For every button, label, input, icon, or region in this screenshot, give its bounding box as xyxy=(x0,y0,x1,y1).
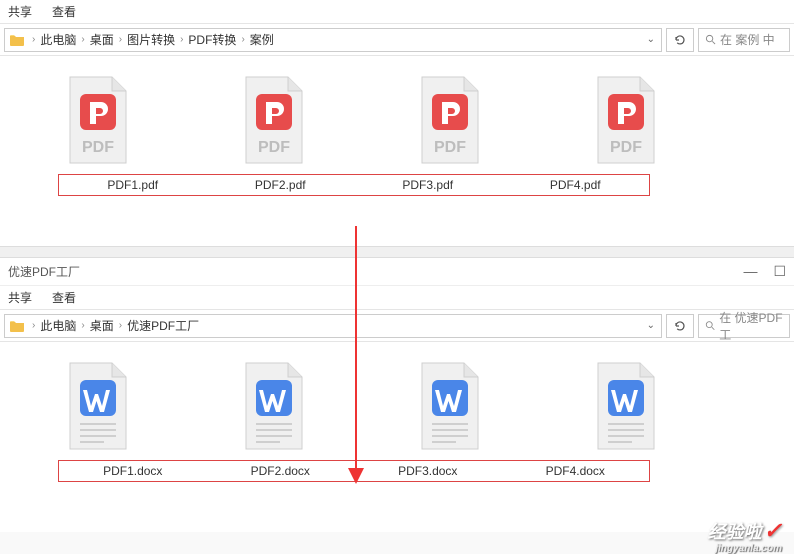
docx-file-icon xyxy=(240,362,308,450)
crumb-desktop[interactable]: 桌面 xyxy=(88,31,116,48)
address-bar-row: › 此电脑 › 桌面 › 优速PDF工厂 ⌄ 在 优速PDF工 xyxy=(0,310,794,342)
file-item[interactable] xyxy=(410,362,490,450)
chevron-right-icon: › xyxy=(119,34,122,45)
refresh-icon xyxy=(674,34,686,46)
filename-row: PDF1.docx PDF2.docx PDF3.docx PDF4.docx xyxy=(58,460,650,482)
chevron-down-icon[interactable]: ⌄ xyxy=(647,34,655,45)
svg-text:PDF: PDF xyxy=(258,139,290,156)
watermark-domain: jingyanla.com xyxy=(715,543,782,554)
docx-file-icon xyxy=(416,362,484,450)
chevron-right-icon: › xyxy=(32,320,35,331)
filename-row: PDF1.pdf PDF2.pdf PDF3.pdf PDF4.pdf xyxy=(58,174,650,196)
tab-share[interactable]: 共享 xyxy=(8,289,32,306)
file-name[interactable]: PDF1.pdf xyxy=(59,175,207,195)
refresh-button[interactable] xyxy=(666,28,694,52)
file-item[interactable] xyxy=(234,362,314,450)
chevron-right-icon: › xyxy=(119,320,122,331)
svg-text:PDF: PDF xyxy=(610,139,642,156)
refresh-button[interactable] xyxy=(666,314,694,338)
search-placeholder: 在 案例 中 xyxy=(720,31,775,48)
file-item[interactable] xyxy=(58,362,138,450)
file-item[interactable]: PDF xyxy=(234,76,314,164)
crumb-folder[interactable]: 图片转换 xyxy=(125,31,177,48)
file-list-top: PDF PDF xyxy=(0,56,794,246)
search-input[interactable]: 在 优速PDF工 xyxy=(698,314,790,338)
file-name[interactable]: PDF4.pdf xyxy=(502,175,650,195)
file-item[interactable]: PDF xyxy=(58,76,138,164)
file-list-bottom: PDF1.docx PDF2.docx PDF3.docx PDF4.docx xyxy=(0,342,794,532)
file-item[interactable]: PDF xyxy=(586,76,666,164)
folder-icon xyxy=(9,32,25,48)
chevron-right-icon: › xyxy=(81,34,84,45)
svg-text:PDF: PDF xyxy=(434,139,466,156)
minimize-button[interactable]: — xyxy=(743,263,757,280)
chevron-right-icon: › xyxy=(81,320,84,331)
file-name[interactable]: PDF4.docx xyxy=(502,461,650,481)
crumb-folder[interactable]: PDF转换 xyxy=(186,31,238,48)
tab-share[interactable]: 共享 xyxy=(8,3,32,20)
tab-view[interactable]: 查看 xyxy=(52,3,76,20)
crumb-this-pc[interactable]: 此电脑 xyxy=(38,31,78,48)
chevron-down-icon[interactable]: ⌄ xyxy=(647,320,655,331)
crumb-desktop[interactable]: 桌面 xyxy=(88,317,116,334)
breadcrumb[interactable]: › 此电脑 › 桌面 › 图片转换 › PDF转换 › 案例 ⌄ xyxy=(4,28,662,52)
chevron-right-icon: › xyxy=(32,34,35,45)
check-icon: ✓ xyxy=(764,518,782,544)
window-gap xyxy=(0,246,794,258)
refresh-icon xyxy=(674,320,686,332)
breadcrumb[interactable]: › 此电脑 › 桌面 › 优速PDF工厂 ⌄ xyxy=(4,314,662,338)
docx-file-icon xyxy=(64,362,132,450)
pdf-file-icon: PDF xyxy=(240,76,308,164)
crumb-folder[interactable]: 优速PDF工厂 xyxy=(125,317,201,334)
file-name[interactable]: PDF2.pdf xyxy=(207,175,355,195)
watermark: 经验啦 ✓ jingyanla.com xyxy=(708,518,782,544)
file-name[interactable]: PDF3.pdf xyxy=(354,175,502,195)
chevron-right-icon: › xyxy=(180,34,183,45)
folder-icon xyxy=(9,318,25,334)
search-placeholder: 在 优速PDF工 xyxy=(719,309,789,343)
file-item[interactable]: PDF xyxy=(410,76,490,164)
file-item[interactable] xyxy=(586,362,666,450)
search-icon xyxy=(705,34,716,45)
watermark-text: 经验啦 xyxy=(708,518,762,544)
pdf-file-icon: PDF xyxy=(592,76,660,164)
ribbon-tabs: 共享 查看 xyxy=(0,286,794,310)
ribbon-tabs: 共享 查看 xyxy=(0,0,794,24)
window-title-bar: 优速PDF工厂 — ☐ xyxy=(0,258,794,286)
pdf-file-icon: PDF xyxy=(416,76,484,164)
file-name[interactable]: PDF2.docx xyxy=(207,461,355,481)
window-title: 优速PDF工厂 xyxy=(8,263,80,280)
address-bar-row: › 此电脑 › 桌面 › 图片转换 › PDF转换 › 案例 ⌄ 在 案例 中 xyxy=(0,24,794,56)
svg-text:PDF: PDF xyxy=(82,139,114,156)
crumb-folder[interactable]: 案例 xyxy=(248,31,276,48)
search-icon xyxy=(705,320,715,331)
chevron-right-icon: › xyxy=(241,34,244,45)
pdf-file-icon: PDF xyxy=(64,76,132,164)
file-name[interactable]: PDF1.docx xyxy=(59,461,207,481)
search-input[interactable]: 在 案例 中 xyxy=(698,28,790,52)
top-explorer-window: 共享 查看 › 此电脑 › 桌面 › 图片转换 › PDF转换 › 案例 ⌄ 在 xyxy=(0,0,794,246)
docx-file-icon xyxy=(592,362,660,450)
file-name[interactable]: PDF3.docx xyxy=(354,461,502,481)
tab-view[interactable]: 查看 xyxy=(52,289,76,306)
bottom-explorer-window: 优速PDF工厂 — ☐ 共享 查看 › 此电脑 › 桌面 › 优速PDF工厂 ⌄ xyxy=(0,258,794,532)
maximize-button[interactable]: ☐ xyxy=(773,263,786,280)
crumb-this-pc[interactable]: 此电脑 xyxy=(38,317,78,334)
